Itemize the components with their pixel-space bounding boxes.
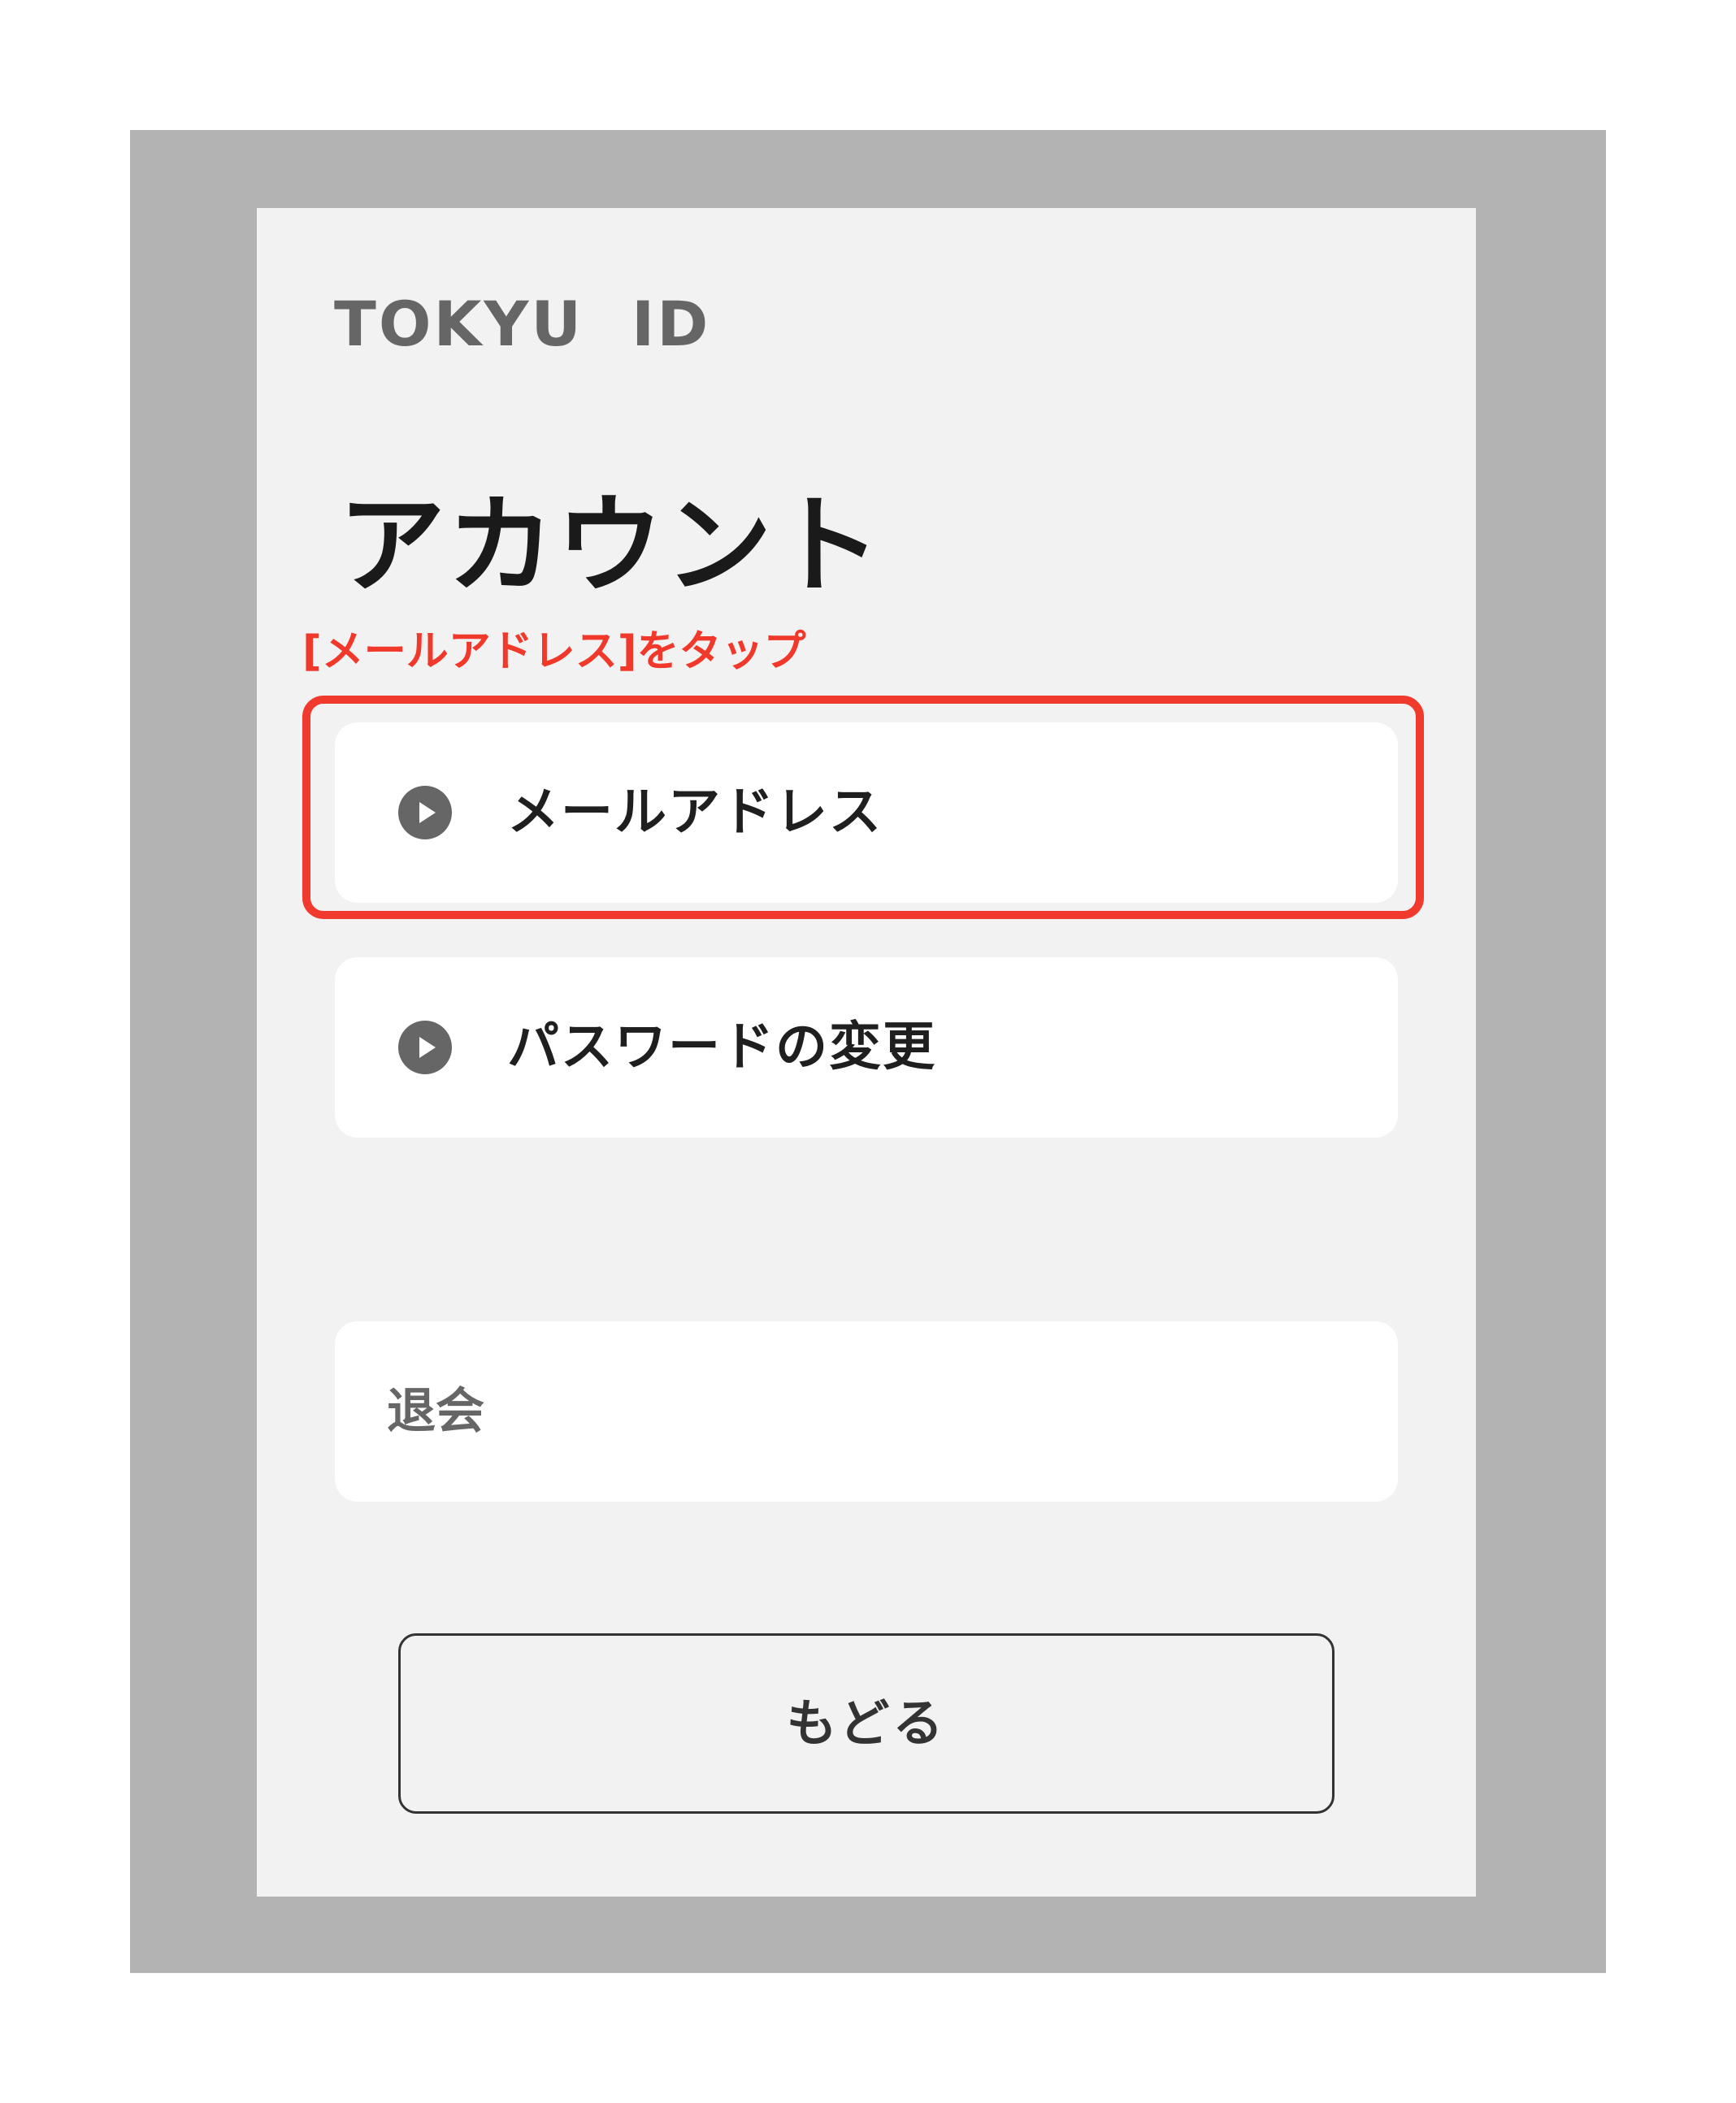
tokyu-id-logo: TOKYU ID [334,288,711,360]
play-circle-icon [398,1021,452,1074]
app-screen: TOKYU ID アカウント [メールアドレス]をタップ メールアドレス パスワ… [257,208,1476,1897]
highlight-box [302,696,1424,919]
menu-item-withdraw[interactable]: 退会 [335,1321,1398,1502]
back-button[interactable]: もどる [398,1633,1335,1814]
menu-item-label: パスワードの変更 [507,1017,936,1078]
page-title: アカウント [338,483,883,609]
withdraw-label: 退会 [387,1383,484,1440]
tap-instruction-annotation: [メールアドレス]をタップ [302,627,806,676]
back-button-label: もどる [786,1693,947,1753]
menu-item-password-change[interactable]: パスワードの変更 [335,957,1398,1138]
